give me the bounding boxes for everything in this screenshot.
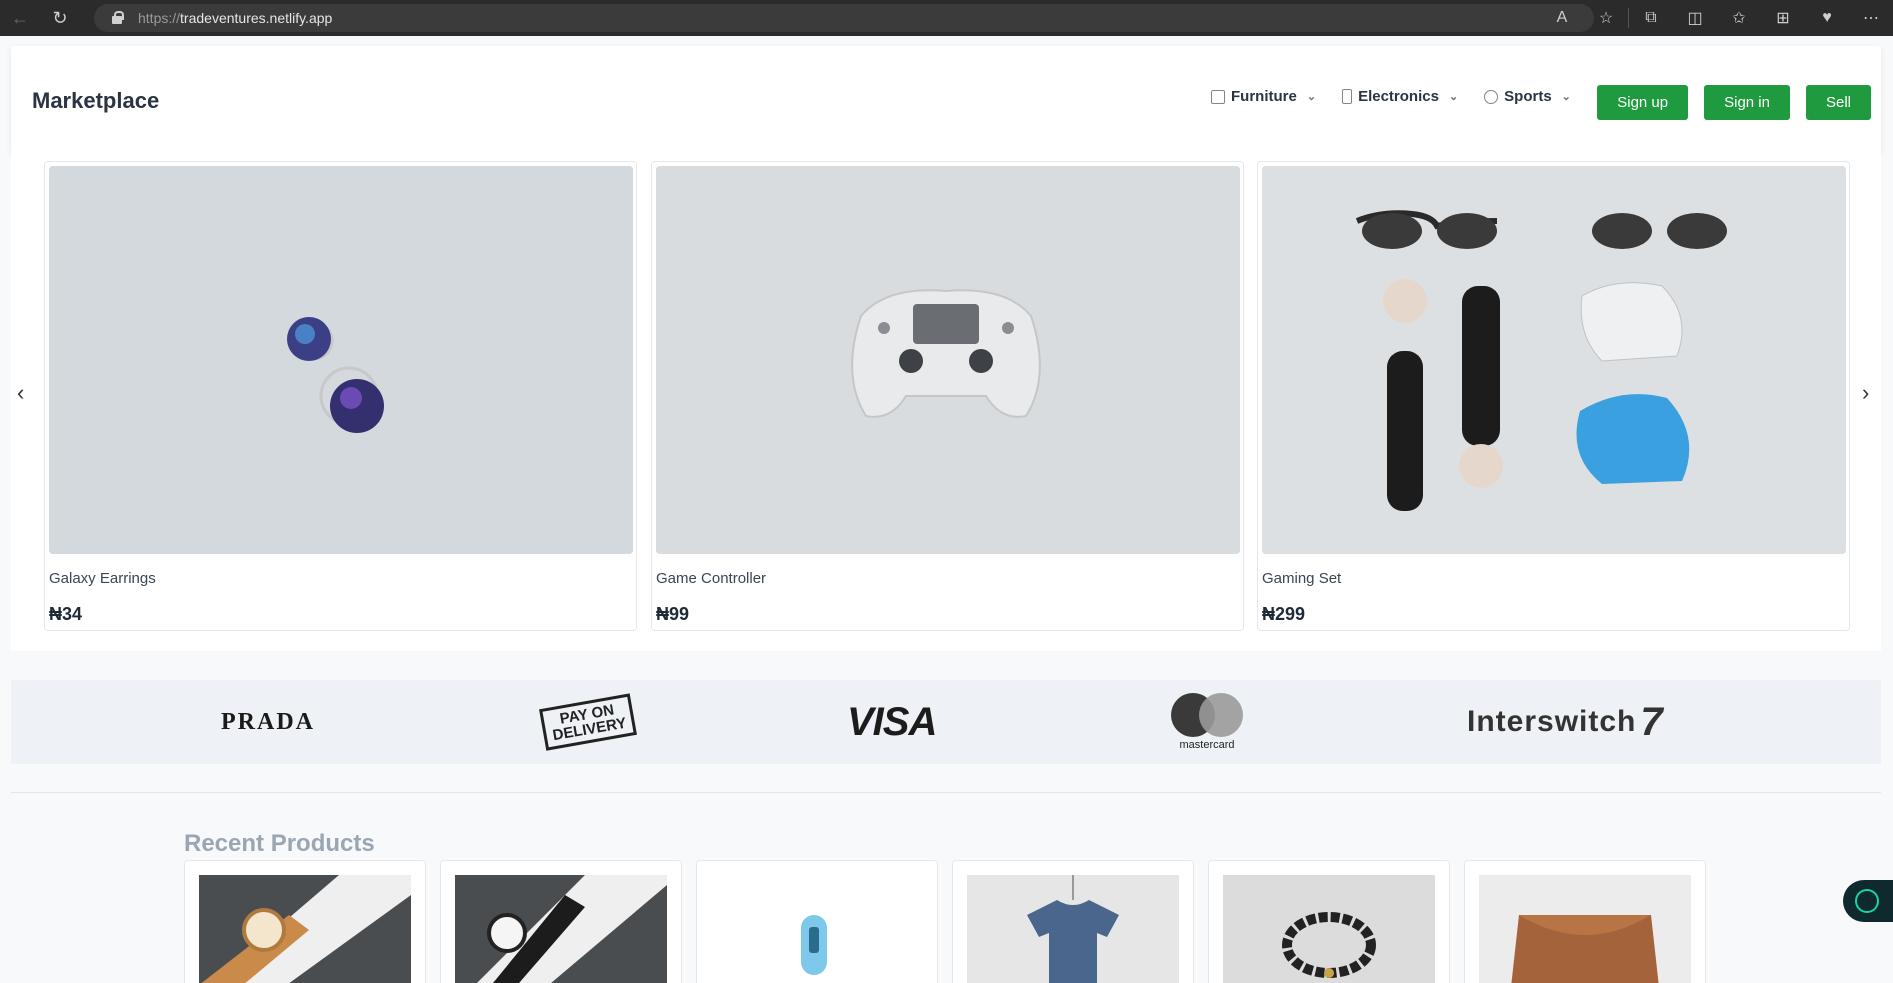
recent-product-card[interactable] [1208, 860, 1450, 983]
category-label: Furniture [1231, 88, 1297, 105]
url-scheme: https:// [138, 10, 181, 26]
category-menu: Furniture ⌄ Electronics ⌄ Sports ⌄ [1211, 88, 1571, 105]
mastercard-logo: mastercard [1171, 680, 1243, 764]
product-name: Galaxy Earrings [49, 570, 156, 587]
recent-product-card[interactable] [696, 860, 938, 983]
chevron-down-icon: ⌄ [1306, 91, 1317, 103]
product-image [1223, 875, 1435, 983]
recent-product-card[interactable] [184, 860, 426, 983]
category-furniture[interactable]: Furniture ⌄ [1211, 88, 1316, 105]
lock-icon [110, 11, 124, 25]
visa-logo: VISA [847, 699, 937, 744]
assistant-button[interactable] [1843, 880, 1893, 922]
recent-product-card[interactable] [440, 860, 682, 983]
product-card[interactable]: Galaxy Earrings ₦34 [44, 161, 637, 631]
category-label: Electronics [1358, 88, 1439, 105]
collections-icon[interactable]: ⊞ [1761, 8, 1805, 28]
box-icon [1211, 89, 1225, 104]
clock-icon [1484, 89, 1499, 104]
atom-icon [1855, 889, 1879, 913]
sell-button[interactable]: Sell [1805, 85, 1871, 120]
recent-product-card[interactable] [1464, 860, 1706, 983]
favorite-star-icon[interactable]: ☆ [1584, 8, 1628, 28]
interswitch-mark-icon: 7 [1640, 699, 1664, 744]
product-price: ₦99 [656, 604, 690, 624]
product-image [49, 166, 633, 554]
split-screen-icon[interactable]: ◫ [1673, 8, 1717, 28]
health-icon[interactable]: ♥ [1805, 9, 1849, 27]
product-image [967, 875, 1179, 983]
interswitch-logo: Interswitch 7 [1467, 680, 1664, 764]
address-bar[interactable]: https://tradeventures.netlify.app [94, 4, 1594, 32]
back-icon[interactable]: ← [0, 0, 40, 36]
product-image [1262, 166, 1846, 554]
product-image [711, 875, 923, 983]
mastercard-text: mastercard [1179, 739, 1235, 751]
brand-title[interactable]: Marketplace [32, 88, 159, 114]
phone-icon [1342, 89, 1353, 104]
signup-button[interactable]: Sign up [1597, 85, 1689, 120]
browser-toolbar: ← ↻ https://tradeventures.netlify.app A … [0, 0, 1893, 36]
product-image [199, 875, 411, 983]
auth-buttons: Sign up Sign in Sell [1597, 85, 1871, 120]
product-card[interactable]: Game Controller ₦99 [651, 161, 1244, 631]
reload-icon[interactable]: ↻ [40, 0, 80, 36]
chevron-down-icon: ⌄ [1561, 91, 1571, 103]
interswitch-text: Interswitch [1467, 705, 1637, 738]
site-header: Marketplace Furniture ⌄ Electronics ⌄ Sp… [11, 46, 1881, 153]
pay-on-delivery-logo: PAY ON DELIVERY [539, 680, 638, 764]
signin-button[interactable]: Sign in [1704, 85, 1790, 120]
carousel-prev-icon[interactable]: ‹ [17, 380, 24, 406]
url-host: tradeventures.netlify.app [180, 10, 333, 26]
extensions-icon[interactable]: ⧉ [1629, 9, 1673, 27]
product-image [656, 166, 1240, 554]
chevron-down-icon: ⌄ [1448, 91, 1459, 103]
more-icon[interactable]: ⋯ [1849, 8, 1893, 28]
category-electronics[interactable]: Electronics ⌄ [1342, 88, 1458, 105]
product-price: ₦299 [1262, 604, 1306, 624]
product-price: ₦34 [49, 604, 83, 624]
product-name: Game Controller [656, 570, 767, 587]
read-aloud-icon[interactable]: A [1540, 9, 1584, 27]
category-label: Sports [1504, 88, 1552, 105]
partner-logos: PRADA PAY ON DELIVERY VISA mastercard In… [11, 680, 1881, 764]
prada-logo: PRADA [221, 708, 315, 735]
section-divider [11, 792, 1881, 793]
recent-product-card[interactable] [952, 860, 1194, 983]
category-sports[interactable]: Sports ⌄ [1484, 88, 1571, 105]
carousel-next-icon[interactable]: › [1862, 380, 1869, 406]
product-card[interactable]: Gaming Set ₦299 [1257, 161, 1850, 631]
favorites-icon[interactable]: ✩ [1717, 8, 1761, 28]
recent-products-title: Recent Products [184, 830, 375, 857]
product-name: Gaming Set [1262, 570, 1342, 587]
product-image [455, 875, 667, 983]
product-image [1479, 875, 1691, 983]
